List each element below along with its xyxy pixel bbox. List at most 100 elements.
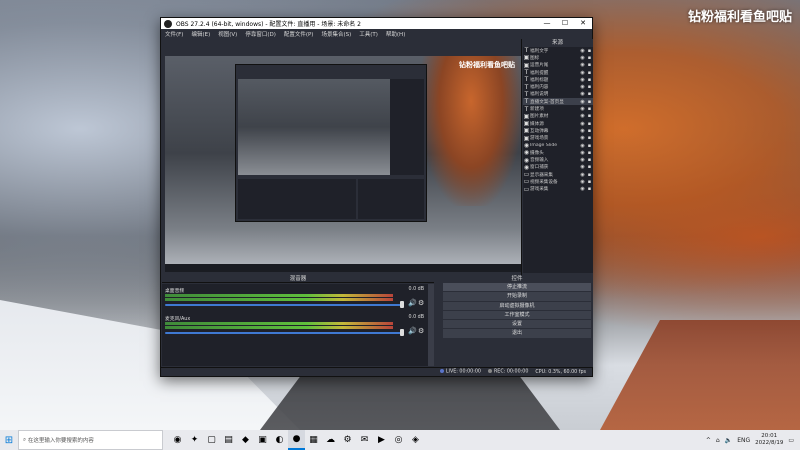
gear-icon[interactable]: ⚙: [418, 299, 424, 307]
lock-icon[interactable]: ▪: [586, 77, 593, 83]
taskbar-app-icon[interactable]: ◆: [237, 430, 254, 450]
lock-icon[interactable]: ▪: [586, 55, 593, 61]
menu-edit[interactable]: 编辑(E): [187, 30, 214, 38]
lock-icon[interactable]: ▪: [586, 128, 593, 134]
visibility-eye-icon[interactable]: ◉: [579, 179, 586, 185]
taskbar-app-icon[interactable]: ▶: [373, 430, 390, 450]
menu-docks[interactable]: 停靠窗口(D): [241, 30, 280, 38]
taskbar-clock[interactable]: 20:01 2022/8/19: [755, 433, 783, 447]
settings-button[interactable]: 设置: [443, 320, 591, 329]
source-item[interactable]: ◉ 摄像头 ◉ ▪: [523, 149, 593, 156]
obs-titlebar[interactable]: OBS 27.2.4 (64-bit, windows) - 配置文件: 直播用…: [161, 18, 592, 29]
visibility-eye-icon[interactable]: ◉: [579, 70, 586, 76]
source-item[interactable]: ◉ 音频输入 ◉ ▪: [523, 156, 593, 164]
menu-profile[interactable]: 配置文件(P): [280, 30, 318, 38]
notification-icon[interactable]: ▭: [788, 437, 794, 444]
lock-icon[interactable]: ▪: [586, 48, 593, 54]
visibility-eye-icon[interactable]: ◉: [579, 62, 586, 68]
network-icon[interactable]: ⌂: [716, 437, 720, 444]
taskbar-app-icon[interactable]: ◐: [271, 430, 288, 450]
visibility-eye-icon[interactable]: ◉: [579, 135, 586, 141]
visibility-eye-icon[interactable]: ◉: [579, 157, 586, 163]
visibility-eye-icon[interactable]: ◉: [579, 55, 586, 61]
taskbar-app-icon[interactable]: ●: [288, 430, 305, 450]
windows-start-icon[interactable]: ⊞: [0, 435, 18, 446]
source-item[interactable]: T 福利标题 ◉ ▪: [523, 76, 593, 83]
source-item[interactable]: ◉ Image Slide ◉ ▪: [523, 142, 593, 149]
source-item[interactable]: T 新建项 ◉ ▪: [523, 105, 593, 113]
visibility-eye-icon[interactable]: ◉: [579, 172, 586, 178]
lock-icon[interactable]: ▪: [586, 91, 593, 97]
visibility-eye-icon[interactable]: ◉: [579, 99, 586, 105]
lock-icon[interactable]: ▪: [586, 84, 593, 90]
volume-slider[interactable]: [165, 304, 403, 306]
lock-icon[interactable]: ▪: [586, 62, 593, 68]
volume-icon[interactable]: 🔈: [725, 437, 732, 444]
taskbar-app-icon[interactable]: ✦: [186, 430, 203, 450]
source-item[interactable]: ▣ 图片素材 ◉ ▪: [523, 113, 593, 120]
visibility-eye-icon[interactable]: ◉: [579, 143, 586, 149]
taskbar-app-icon[interactable]: ◎: [390, 430, 407, 450]
start-recording-button[interactable]: 开始录制: [443, 292, 591, 301]
taskbar-app-icon[interactable]: ◈: [407, 430, 424, 450]
taskbar-app-icon[interactable]: ▢: [203, 430, 220, 450]
volume-slider-knob[interactable]: [400, 329, 404, 336]
taskbar-app-icon[interactable]: ▦: [305, 430, 322, 450]
volume-slider[interactable]: [165, 332, 403, 334]
source-item[interactable]: ▣ 游戏场景 ◉ ▪: [523, 135, 593, 142]
lock-icon[interactable]: ▪: [586, 164, 593, 170]
volume-slider-knob[interactable]: [400, 301, 404, 308]
mixer-scrollbar[interactable]: [428, 284, 434, 366]
source-item[interactable]: ▣ 图标 ◉ ▪: [523, 54, 593, 61]
visibility-eye-icon[interactable]: ◉: [579, 150, 586, 156]
taskbar-app-icon[interactable]: ☁: [322, 430, 339, 450]
source-item[interactable]: T 福利提醒 ◉ ▪: [523, 69, 593, 76]
source-item[interactable]: ◉ 窗口捕获 ◉ ▪: [523, 164, 593, 171]
start-virtual-camera-button[interactable]: 启动虚拟摄像机: [443, 301, 591, 310]
source-item[interactable]: ▭ 显示器采集 ◉ ▪: [523, 171, 593, 178]
obs-preview[interactable]: 钻粉福利看鱼吧贴: [165, 56, 521, 272]
visibility-eye-icon[interactable]: ◉: [579, 186, 586, 192]
lock-icon[interactable]: ▪: [586, 70, 593, 76]
lock-icon[interactable]: ▪: [586, 179, 593, 185]
lock-icon[interactable]: ▪: [586, 121, 593, 127]
menu-view[interactable]: 视图(V): [214, 30, 241, 38]
language-indicator[interactable]: ENG: [737, 437, 750, 444]
taskbar-app-icon[interactable]: ▤: [220, 430, 237, 450]
taskbar-app-icon[interactable]: ✉: [356, 430, 373, 450]
visibility-eye-icon[interactable]: ◉: [579, 164, 586, 170]
source-item[interactable]: T 福利内容 ◉ ▪: [523, 83, 593, 91]
minimize-button[interactable]: —: [538, 18, 556, 29]
taskbar-search-input[interactable]: ⌕ 在这里输入你要搜索的内容: [18, 430, 163, 450]
lock-icon[interactable]: ▪: [586, 157, 593, 163]
lock-icon[interactable]: ▪: [586, 172, 593, 178]
visibility-eye-icon[interactable]: ◉: [579, 128, 586, 134]
lock-icon[interactable]: ▪: [586, 186, 593, 192]
menu-help[interactable]: 帮助(H): [382, 30, 409, 38]
source-item[interactable]: ▣ 互动弹幕 ◉ ▪: [523, 127, 593, 134]
source-item[interactable]: T 福利文字 ◉ ▪: [523, 47, 593, 54]
exit-button[interactable]: 退出: [443, 329, 591, 338]
visibility-eye-icon[interactable]: ◉: [579, 91, 586, 97]
speaker-icon[interactable]: 🔊: [408, 327, 417, 335]
lock-icon[interactable]: ▪: [586, 135, 593, 141]
lock-icon[interactable]: ▪: [586, 106, 593, 112]
menu-file[interactable]: 文件(F): [161, 30, 187, 38]
studio-mode-button[interactable]: 工作室模式: [443, 310, 591, 320]
source-item[interactable]: ▣ 媒体源 ◉ ▪: [523, 120, 593, 127]
menu-scene-collection[interactable]: 场景集合(S): [317, 30, 355, 38]
visibility-eye-icon[interactable]: ◉: [579, 113, 586, 119]
gear-icon[interactable]: ⚙: [418, 327, 424, 335]
lock-icon[interactable]: ▪: [586, 113, 593, 119]
lock-icon[interactable]: ▪: [586, 143, 593, 149]
visibility-eye-icon[interactable]: ◉: [579, 48, 586, 54]
taskbar-app-icon[interactable]: ⚙: [339, 430, 356, 450]
stop-streaming-button[interactable]: 停止推流: [443, 283, 591, 292]
lock-icon[interactable]: ▪: [586, 150, 593, 156]
source-item[interactable]: ▣ 运营片尾 ◉ ▪: [523, 62, 593, 69]
visibility-eye-icon[interactable]: ◉: [579, 106, 586, 112]
source-item[interactable]: ▭ 游戏采集 ◉ ▪: [523, 186, 593, 193]
menu-tools[interactable]: 工具(T): [355, 30, 382, 38]
tray-chevron-icon[interactable]: ^: [706, 437, 711, 444]
visibility-eye-icon[interactable]: ◉: [579, 77, 586, 83]
